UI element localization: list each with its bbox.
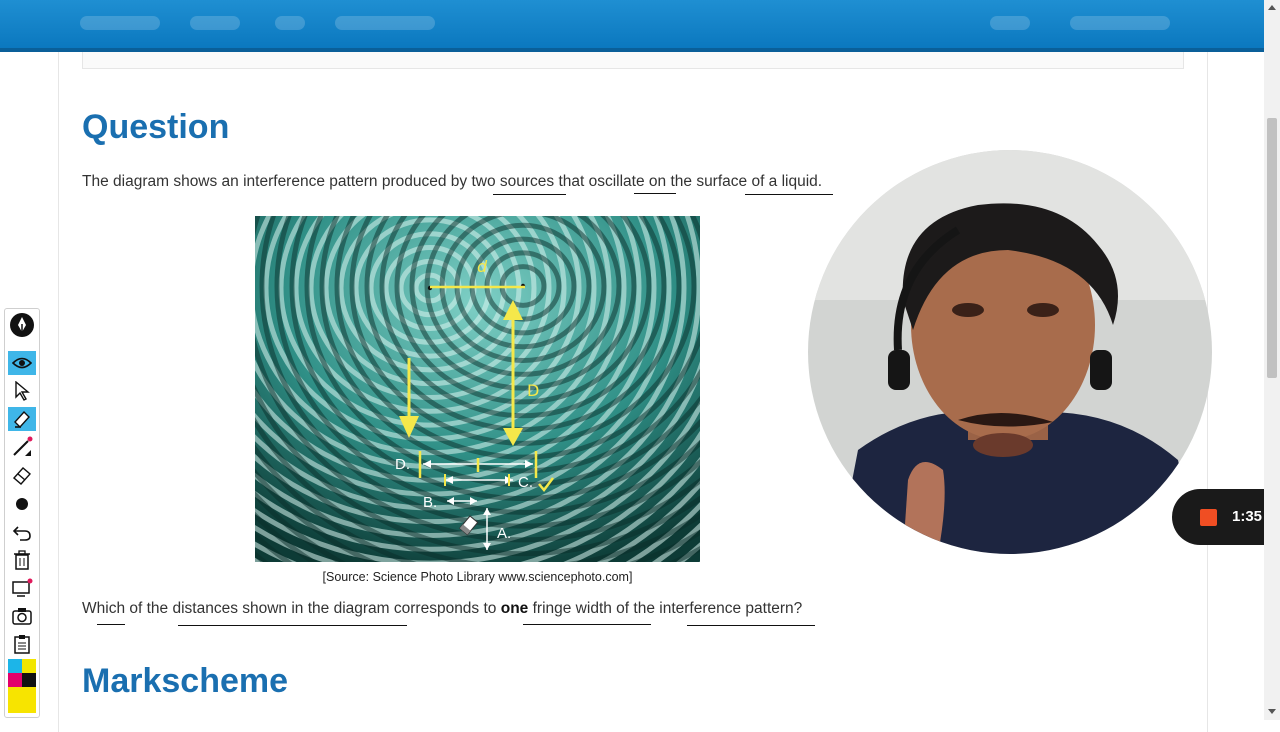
pen-logo-icon[interactable] [8, 313, 36, 337]
interference-svg: d D D. C. B. A. [255, 216, 700, 562]
recording-time: 1:35 [1232, 508, 1263, 525]
eye-icon[interactable] [8, 351, 36, 375]
label-d: d [477, 257, 488, 276]
markscheme-heading: Markscheme [82, 662, 289, 700]
ink-underline [97, 624, 125, 625]
label-B: B. [423, 494, 437, 511]
pointer-icon[interactable] [8, 379, 36, 403]
nav-item-blur [990, 16, 1030, 30]
nav-item-blur [275, 16, 305, 30]
question-prompt: Which of the distances shown in the diag… [82, 600, 802, 618]
content-top-strip [82, 52, 1184, 69]
nav-item-blur [190, 16, 240, 30]
label-D-distance: D [527, 381, 539, 400]
nav-item-blur [335, 16, 435, 30]
prompt-text-before: Which of the distances shown in the diag… [82, 600, 501, 617]
screen-icon[interactable] [8, 576, 36, 600]
annotation-toolbar [4, 308, 40, 718]
scroll-up-icon[interactable] [1268, 5, 1276, 10]
scroll-thumb[interactable] [1267, 118, 1277, 378]
recording-indicator[interactable]: 1:35 [1172, 489, 1264, 545]
dot-icon[interactable] [8, 492, 36, 516]
ink-underline [634, 193, 676, 194]
trash-icon[interactable] [8, 548, 36, 572]
label-D-point: D. [395, 456, 410, 473]
interference-pattern-image: d D D. C. B. A. [255, 216, 700, 562]
stop-record-icon[interactable] [1200, 509, 1217, 526]
webcam-overlay [808, 150, 1212, 554]
figure-caption: [Source: Science Photo Library www.scien… [322, 570, 633, 584]
color-palette-icon[interactable] [8, 659, 36, 713]
question-heading: Question [82, 108, 230, 146]
question-intro: The diagram shows an interference patter… [82, 173, 823, 190]
ink-underline [523, 624, 651, 625]
nav-logo-blur [80, 16, 160, 30]
scroll-down-icon[interactable] [1268, 709, 1276, 714]
undo-icon[interactable] [8, 520, 36, 544]
camera-icon[interactable] [8, 604, 36, 628]
top-nav-bar [0, 0, 1264, 52]
ink-underline [687, 625, 815, 626]
presenter-video [808, 150, 1212, 554]
label-A: A. [497, 525, 511, 542]
ink-underline [745, 194, 833, 195]
highlighter-icon[interactable] [8, 407, 36, 431]
ink-underline [178, 625, 407, 626]
ink-underline [493, 194, 566, 195]
label-C: C. [518, 474, 533, 491]
nav-item-blur [1070, 16, 1170, 30]
prompt-emphasis: one [500, 600, 529, 617]
prompt-text-after: fringe width of the interference pattern… [528, 600, 803, 617]
pen-icon[interactable] [8, 435, 36, 459]
clipboard-icon[interactable] [8, 632, 36, 656]
eraser-icon[interactable] [8, 463, 36, 487]
page-scrollbar[interactable] [1264, 0, 1280, 720]
